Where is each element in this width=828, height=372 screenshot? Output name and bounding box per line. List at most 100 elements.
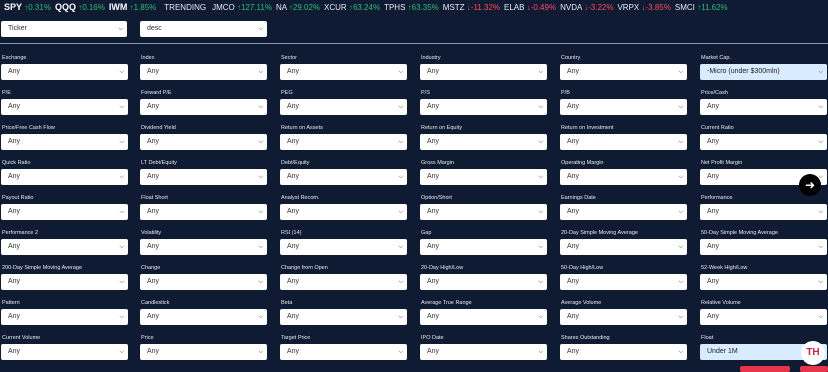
sort-field-value: Ticker: [8, 25, 27, 32]
filter-label: Index: [141, 55, 155, 61]
chevron-down-icon: ⌵: [258, 349, 263, 355]
filter-select[interactable]: Any ⌵: [420, 64, 547, 80]
filter-select[interactable]: Any ⌵: [700, 99, 827, 115]
chevron-down-icon: ⌵: [678, 69, 683, 75]
ticker-item[interactable]: SMCI ↑11.62%: [675, 1, 728, 14]
ticker-item[interactable]: SPY ↑0.31%: [4, 0, 51, 14]
sort-field-select[interactable]: Ticker ⌵: [1, 21, 127, 37]
filter-select[interactable]: Any ⌵: [560, 99, 687, 115]
filter-select[interactable]: Any ⌵: [140, 99, 267, 115]
divider: [0, 43, 828, 44]
filter-value: Any: [147, 243, 160, 250]
ticker-item[interactable]: NA ↑29.02%: [276, 1, 320, 14]
filter-select[interactable]: Any ⌵: [280, 64, 407, 80]
ticker-item[interactable]: IWM ↑1.85%: [109, 0, 156, 14]
filter-select[interactable]: Any ⌵: [420, 204, 547, 220]
ticker-item[interactable]: QQQ ↑0.16%: [55, 0, 105, 14]
filter-select[interactable]: Any ⌵: [420, 169, 547, 185]
filter-select[interactable]: Any ⌵: [1, 239, 128, 255]
filter-select[interactable]: Any ⌵: [1, 274, 128, 290]
filter-select[interactable]: Any ⌵: [280, 204, 407, 220]
filter-value: Any: [567, 173, 580, 180]
filter-select[interactable]: Any ⌵: [1, 99, 128, 115]
chevron-down-icon: ⌵: [538, 349, 543, 355]
filter-select[interactable]: Any ⌵: [140, 309, 267, 325]
filter-select[interactable]: Any ⌵: [420, 274, 547, 290]
filter-value: Any: [287, 208, 300, 215]
brand-logo[interactable]: TH: [801, 341, 825, 365]
ticker-item[interactable]: MSTZ ↓-11.32%: [443, 1, 500, 14]
filter-select[interactable]: Any ⌵: [560, 169, 687, 185]
filter-select[interactable]: Any ⌵: [1, 169, 128, 185]
ticker-item[interactable]: XCUR ↑63.24%: [324, 1, 380, 14]
filter-select[interactable]: Any ⌵: [560, 239, 687, 255]
trending-label: TRENDING: [164, 3, 207, 12]
filter-select[interactable]: Any ⌵: [560, 344, 687, 360]
ticker-item[interactable]: ELAB ↓-0.49%: [504, 1, 556, 14]
filter-select[interactable]: Any ⌵: [280, 239, 407, 255]
filter-select[interactable]: Any ⌵: [420, 239, 547, 255]
filter-select[interactable]: Any ⌵: [280, 309, 407, 325]
filter-select[interactable]: Any ⌵: [280, 274, 407, 290]
ticker-item[interactable]: NVDA ↓-3.22%: [560, 1, 613, 14]
ticker-change: 63.35%: [411, 3, 439, 12]
chevron-down-icon: ⌵: [398, 139, 403, 145]
filter-select[interactable]: Any ⌵: [1, 64, 128, 80]
filter-select[interactable]: Any ⌵: [280, 99, 407, 115]
filter-label: Country: [561, 55, 581, 61]
filter-label: IPO Date: [421, 335, 444, 341]
filter-select[interactable]: Any ⌵: [700, 134, 827, 150]
arrow-right-icon[interactable]: ➜: [799, 174, 821, 196]
ticker-bar: SPY ↑0.31% QQQ ↑0.16% IWM ↑1.85% TRENDING JM…: [0, 0, 828, 14]
ticker-item[interactable]: TPHS ↑63.35%: [384, 1, 439, 14]
filter-select[interactable]: Any ⌵: [140, 239, 267, 255]
filter-label: Current Volume: [2, 335, 41, 341]
filter-select[interactable]: Any ⌵: [420, 134, 547, 150]
filter-select[interactable]: Any ⌵: [280, 169, 407, 185]
chevron-down-icon: ⌵: [678, 104, 683, 110]
filter-select[interactable]: Any ⌵: [560, 134, 687, 150]
filter-value: Any: [287, 348, 300, 355]
filter-select[interactable]: Any ⌵: [1, 344, 128, 360]
filter-select[interactable]: Any ⌵: [700, 309, 827, 325]
filter-select[interactable]: Any ⌵: [140, 169, 267, 185]
filter-select[interactable]: Any ⌵: [420, 309, 547, 325]
filter-select[interactable]: Any ⌵: [280, 134, 407, 150]
filter-value: Any: [147, 278, 160, 285]
filter-select[interactable]: Any ⌵: [140, 204, 267, 220]
filter-label: Industry: [421, 55, 441, 61]
filter-select[interactable]: Any ⌵: [1, 134, 128, 150]
filter-select[interactable]: Any ⌵: [420, 99, 547, 115]
filter-value: Any: [427, 138, 440, 145]
filter-select[interactable]: Any ⌵: [140, 134, 267, 150]
filter-select[interactable]: Any ⌵: [140, 274, 267, 290]
ticker-item[interactable]: VRPX ↓-3.85%: [617, 1, 670, 14]
filter-select[interactable]: Any ⌵: [560, 309, 687, 325]
filter-value: Any: [427, 313, 440, 320]
filter-select[interactable]: Any ⌵: [700, 239, 827, 255]
filter-select[interactable]: Any ⌵: [560, 204, 687, 220]
filter-select[interactable]: Any ⌵: [700, 204, 827, 220]
filter-select[interactable]: Any ⌵: [280, 344, 407, 360]
filter-select[interactable]: Any ⌵: [140, 344, 267, 360]
filter-select[interactable]: Any ⌵: [1, 204, 128, 220]
red-action-button-2[interactable]: [800, 366, 828, 372]
filter-label: Beta: [281, 300, 293, 306]
red-action-button[interactable]: [740, 366, 790, 372]
filter-select[interactable]: Any ⌵: [560, 64, 687, 80]
filter-select[interactable]: Any ⌵: [700, 274, 827, 290]
sort-order-select[interactable]: desc ⌵: [140, 21, 267, 37]
filter-label: Analyst Recom.: [281, 195, 320, 201]
chevron-down-icon: ⌵: [119, 314, 124, 320]
filter-label: Price/Free Cash Flow: [2, 125, 55, 131]
filter-select[interactable]: Any ⌵: [560, 274, 687, 290]
filter-select[interactable]: Any ⌵: [140, 64, 267, 80]
ticker-item[interactable]: JMCO ↑127.11%: [212, 1, 272, 14]
filter-select[interactable]: -Micro (under $300mln) ⌵: [700, 64, 827, 80]
filter-select[interactable]: Any ⌵: [1, 309, 128, 325]
filter-value: Any: [427, 208, 440, 215]
filter-value: Any: [567, 313, 580, 320]
filter-value: Any: [707, 278, 720, 285]
filter-label: Current Ratio: [701, 125, 734, 131]
filter-select[interactable]: Any ⌵: [420, 344, 547, 360]
